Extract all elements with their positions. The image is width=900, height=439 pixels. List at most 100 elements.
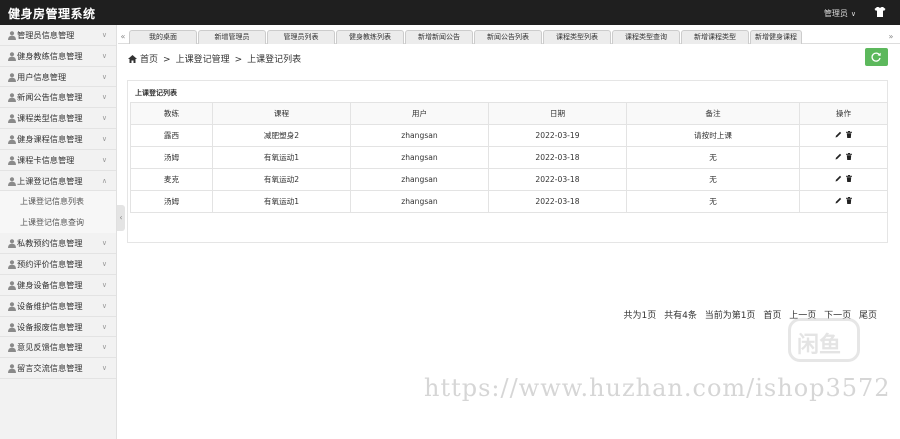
breadcrumb-home[interactable]: 首页 (140, 55, 158, 65)
table-row: 汤姆 有氧运动1 zhangsan 2022-03-18 无 (130, 146, 888, 169)
edit-icon[interactable] (835, 153, 842, 160)
sidebar-subitem[interactable]: 上课登记信息列表 (0, 191, 116, 213)
sidebar-item[interactable]: 健身课程信息管理 ∨ (0, 129, 116, 150)
sidebar-item[interactable]: 私教预约信息管理 ∨ (0, 233, 116, 255)
column-header: 用户 (350, 102, 489, 125)
table-cell: 减肥塑身2 (212, 124, 351, 147)
delete-icon[interactable] (846, 153, 852, 160)
breadcrumb: 首页 > 上课登记管理 > 上课登记列表 (128, 52, 301, 65)
refresh-button[interactable] (865, 48, 888, 66)
sidebar-item[interactable]: 留言交流信息管理 ∨ (0, 358, 116, 379)
table-row: 露西 减肥塑身2 zhangsan 2022-03-19 请按时上课 (130, 124, 888, 147)
sidebar: 管理员信息管理 ∨ 健身教练信息管理 ∨ 用户信息管理 ∨ 新闻公告信息管理 ∨ 课程类型信息管… (0, 25, 117, 439)
sidebar-item[interactable]: 意见反馈信息管理 ∨ (0, 337, 116, 359)
user-icon (8, 31, 16, 40)
chevron-down-icon: ∨ (101, 155, 107, 164)
breadcrumb-current: 上课登记列表 (247, 55, 302, 65)
sidebar-item-label: 留言交流信息管理 (17, 363, 83, 374)
user-icon (8, 72, 16, 82)
row-actions (799, 190, 888, 213)
pager-last-link[interactable]: 尾页 (859, 311, 877, 321)
table-cell: 露西 (130, 124, 213, 147)
column-header: 课程 (212, 102, 351, 125)
chevron-down-icon: ∨ (101, 72, 107, 81)
chevron-down-icon: ∨ (101, 239, 107, 248)
delete-icon[interactable] (846, 175, 852, 182)
sidebar-item[interactable]: 设备维护信息管理 ∨ (0, 296, 116, 317)
sidebar-item-label: 健身教练信息管理 (17, 50, 83, 61)
table-header-row: 教练 课程 用户 日期 备注 操作 (130, 102, 888, 125)
edit-icon[interactable] (835, 131, 842, 138)
sidebar-subitem[interactable]: 上课登记信息查询 (0, 212, 116, 234)
table-cell: 2022-03-18 (488, 146, 627, 169)
watermark-text: https://www.huzhan.com/ishop3572 (424, 374, 891, 402)
home-icon (128, 55, 137, 63)
sidebar-item[interactable]: 健身教练信息管理 ∨ (0, 46, 116, 67)
sidebar-item[interactable]: 健身设备信息管理 ∨ (0, 275, 116, 296)
user-icon (8, 301, 16, 311)
tab-scroll-left-icon[interactable]: « (118, 30, 128, 44)
sidebar-item[interactable]: 课程类型信息管理 ∨ (0, 108, 116, 129)
sidebar-collapse-handle[interactable]: ‹ (117, 205, 125, 231)
table-row: 汤姆 有氧运动1 zhangsan 2022-03-18 无 (130, 190, 888, 213)
chevron-down-icon: ∨ (101, 51, 107, 60)
column-header: 备注 (626, 102, 800, 125)
tab[interactable]: 新增新闻公告 (405, 30, 473, 44)
sidebar-item-label: 新闻公告信息管理 (17, 92, 83, 103)
table-cell: 请按时上课 (626, 124, 800, 147)
records-table: 教练 课程 用户 日期 备注 操作 露西 减肥塑身2 zhangsan 2022-03-19 请按… (130, 102, 888, 213)
sidebar-item[interactable]: 上课登记信息管理 ∧ (0, 171, 116, 192)
user-icon (8, 93, 16, 103)
user-icon (8, 322, 16, 332)
tab[interactable]: 新增健身课程 (750, 30, 802, 44)
edit-icon[interactable] (835, 175, 842, 182)
table-cell: 有氧运动1 (212, 190, 351, 213)
tab[interactable]: 课程类型列表 (543, 30, 611, 44)
chevron-down-icon: ∨ (101, 301, 107, 310)
sidebar-item[interactable]: 设备报废信息管理 ∨ (0, 317, 116, 338)
tab[interactable]: 我的桌面 (129, 30, 197, 44)
edit-icon[interactable] (835, 197, 842, 204)
chevron-down-icon: ∨ (101, 114, 107, 123)
table-cell: 有氧运动2 (212, 168, 351, 191)
chevron-down-icon: ∨ (101, 343, 107, 352)
delete-icon[interactable] (846, 131, 852, 138)
breadcrumb-separator: > (234, 55, 243, 65)
table-cell: 无 (626, 168, 800, 191)
user-icon (8, 155, 16, 165)
breadcrumb-separator: > (163, 55, 171, 65)
top-bar: 健身房管理系统 管理员 ∨ (0, 0, 900, 25)
app-title: 健身房管理系统 (8, 7, 96, 21)
pager-total-pages: 共为1页 (623, 311, 657, 321)
shirt-icon[interactable] (874, 6, 886, 18)
pager-first-link[interactable]: 首页 (763, 311, 781, 321)
tab[interactable]: 新增管理员 (198, 30, 266, 44)
chevron-down-icon: ∨ (101, 260, 107, 269)
sidebar-item[interactable]: 新闻公告信息管理 ∨ (0, 87, 116, 109)
user-menu[interactable]: 管理员 ∨ (824, 8, 856, 19)
tab[interactable]: 新闻公告列表 (474, 30, 542, 44)
tab[interactable]: 课程类型查询 (612, 30, 680, 44)
pager-current: 当前为第1页 (704, 311, 756, 321)
table-cell: zhangsan (350, 124, 489, 147)
delete-icon[interactable] (846, 197, 852, 204)
sidebar-item[interactable]: 预约评价信息管理 ∨ (0, 254, 116, 275)
tab-scroll-right-icon[interactable]: » (884, 30, 898, 44)
user-icon (8, 51, 16, 61)
tab[interactable]: 管理员列表 (267, 30, 335, 44)
user-icon (8, 239, 16, 249)
tab[interactable]: 新增课程类型 (681, 30, 749, 44)
table-cell: zhangsan (350, 190, 489, 213)
chevron-down-icon: ∨ (850, 10, 856, 18)
chevron-down-icon: ∨ (101, 322, 107, 331)
sidebar-item[interactable]: 管理员信息管理 ∨ (0, 25, 116, 46)
sidebar-item-label: 健身课程信息管理 (17, 133, 83, 144)
row-actions (799, 124, 888, 147)
sidebar-item[interactable]: 用户信息管理 ∨ (0, 67, 116, 88)
sidebar-item[interactable]: 课程卡信息管理 ∨ (0, 150, 116, 171)
tab[interactable]: 健身教练列表 (336, 30, 404, 44)
chevron-down-icon: ∨ (101, 280, 107, 289)
breadcrumb-parent[interactable]: 上课登记管理 (176, 55, 230, 65)
table-cell: zhangsan (350, 146, 489, 169)
column-header: 操作 (799, 102, 888, 125)
